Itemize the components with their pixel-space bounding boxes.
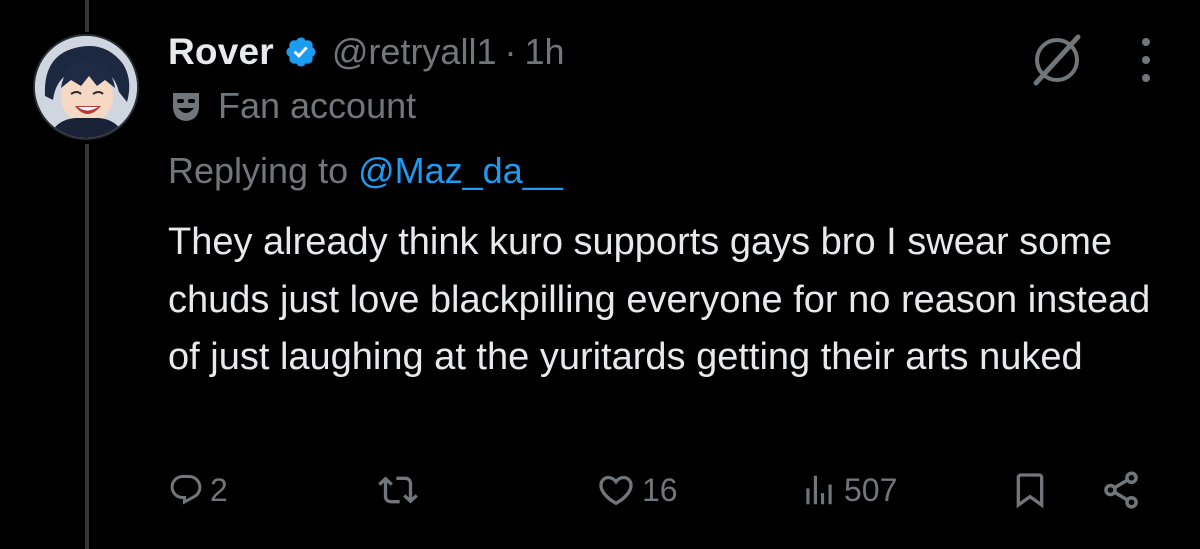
verified-badge-icon[interactable] [284,35,318,69]
analytics-icon [806,475,832,505]
like-count: 16 [642,471,678,508]
retweet-icon [378,476,418,504]
retweet-action[interactable] [378,466,418,514]
share-action[interactable] [1100,466,1142,514]
grok-icon[interactable] [1028,31,1086,89]
heart-icon [599,475,633,506]
bookmark-icon [1016,473,1044,509]
view-count: 507 [844,471,898,508]
tweet-header: Rover @retryall1 · 1h [168,28,565,76]
tweet-action-bar: 2 16 507 [168,466,1158,514]
affiliation-label[interactable]: Fan account [168,84,416,128]
tweet-text: They already think kuro supports gays br… [168,221,1151,378]
theater-mask-icon [173,93,199,121]
separator-dot: · [504,31,517,72]
bookmark-action[interactable] [1010,466,1050,514]
reply-count: 2 [210,471,228,508]
author-handle[interactable]: @retryall1 [332,31,497,73]
like-action[interactable]: 16 [596,466,678,514]
replying-to-prefix: Replying to [168,150,359,191]
affiliation-label-text: Fan account [218,85,417,126]
reply-action[interactable]: 2 [168,466,228,514]
avatar-image [35,36,137,138]
header-actions [1028,30,1166,90]
replying-to: Replying to @Maz_da__ [168,150,563,192]
views-action[interactable]: 507 [800,466,897,514]
share-icon [1104,471,1138,509]
thread-line [85,144,89,549]
avatar[interactable] [33,34,139,140]
more-vertical-icon[interactable] [1126,30,1166,90]
timestamp[interactable]: 1h [524,31,564,73]
display-name[interactable]: Rover [168,31,274,73]
reply-icon [170,475,202,505]
thread-line [85,0,89,32]
replying-to-handle-link[interactable]: @Maz_da__ [358,150,563,191]
